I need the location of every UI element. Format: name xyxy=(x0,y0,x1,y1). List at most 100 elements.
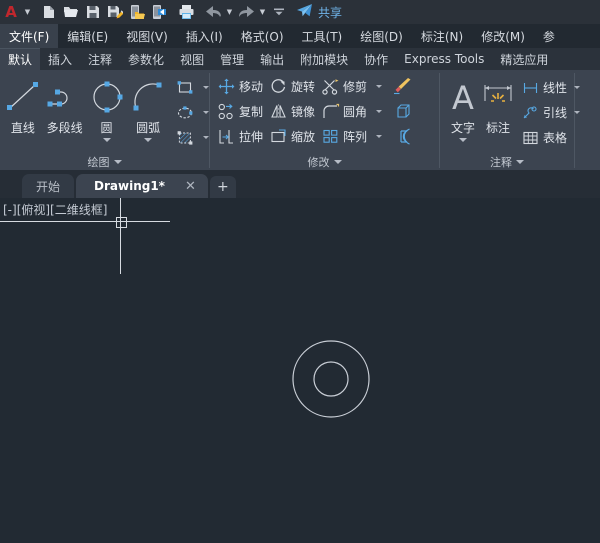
open-file-button[interactable] xyxy=(60,1,82,23)
ribbon-tab-parametric[interactable]: 参数化 xyxy=(120,48,172,70)
draw-circle-button[interactable]: 圆 xyxy=(86,74,128,142)
modify-copy-label: 复制 xyxy=(239,105,264,119)
draw-panel-title[interactable]: 绘图 xyxy=(0,153,209,170)
modify-panel-title[interactable]: 修改 xyxy=(210,153,439,170)
rectangle-tool[interactable] xyxy=(173,75,197,100)
menu-item-edit[interactable]: 编辑(E) xyxy=(58,24,117,48)
draw-polyline-button[interactable]: 多段线 xyxy=(44,74,86,136)
draw-arc-label: 圆弧 xyxy=(136,121,161,135)
modify-array-label: 阵列 xyxy=(343,130,368,144)
draw-panel-expand-arrow[interactable] xyxy=(113,159,122,164)
redo-dropdown-arrow[interactable]: ▼ xyxy=(257,1,268,23)
save-as-button[interactable] xyxy=(104,1,126,23)
draw-circle-label: 圆 xyxy=(100,121,113,135)
menu-item-dimension[interactable]: 标注(N) xyxy=(412,24,472,48)
ribbon-tab-annotate[interactable]: 注释 xyxy=(80,48,120,70)
menu-item-modify[interactable]: 修改(M) xyxy=(472,24,534,48)
annotation-panel-title[interactable]: 注释 xyxy=(440,153,574,170)
rectangle-icon xyxy=(177,80,193,94)
modify-mirror-button[interactable]: 镜像 xyxy=(266,102,318,121)
save-button[interactable] xyxy=(82,1,104,23)
annotation-text-button[interactable]: A 文字 xyxy=(446,74,480,142)
ribbon-tab-insert[interactable]: 插入 xyxy=(40,48,80,70)
annotation-leader-button[interactable]: 引线 xyxy=(518,103,570,122)
annotation-panel-expand-arrow[interactable] xyxy=(516,159,524,164)
arc-icon xyxy=(128,76,168,118)
ribbon-tab-output[interactable]: 输出 xyxy=(252,48,292,70)
menu-item-tools[interactable]: 工具(T) xyxy=(293,24,352,48)
scale-icon xyxy=(269,127,288,146)
redo-button[interactable] xyxy=(235,1,257,23)
save-to-web-button[interactable] xyxy=(148,1,170,23)
table-icon xyxy=(521,128,540,147)
annotation-table-button[interactable]: 表格 xyxy=(518,128,570,147)
annotation-linear-label: 线性 xyxy=(543,81,568,95)
ribbon-tab-express-tools[interactable]: Express Tools xyxy=(396,48,492,70)
hatch-dropdown-arrow[interactable] xyxy=(203,136,210,139)
modify-fillet-button[interactable]: 圆角 xyxy=(318,102,370,121)
modify-move-label: 移动 xyxy=(239,80,264,94)
close-icon[interactable]: ✕ xyxy=(185,180,196,193)
customize-quick-access-button[interactable] xyxy=(268,1,290,23)
new-tab-button[interactable]: + xyxy=(209,176,236,198)
menu-item-draw[interactable]: 绘图(D) xyxy=(351,24,412,48)
ellipse-dropdown-arrow[interactable] xyxy=(203,111,210,114)
ribbon-panel-draw: 直线 多段线 圆 圆弧 绘图 xyxy=(0,70,210,170)
ribbon-tab-home[interactable]: 默认 xyxy=(0,48,41,70)
hatch-tool[interactable] xyxy=(173,125,197,150)
inner-circle[interactable] xyxy=(313,361,349,397)
share-button[interactable]: 共享 xyxy=(296,3,342,21)
modify-scale-button[interactable]: 缩放 xyxy=(266,127,318,146)
menu-item-insert[interactable]: 插入(I) xyxy=(177,24,232,48)
pickbox-cursor xyxy=(116,217,127,228)
quick-access-toolbar: A ▼ ▼ ▼ 共享 xyxy=(0,0,600,25)
draw-arc-button[interactable]: 圆弧 xyxy=(127,74,169,142)
ribbon-tab-addins[interactable]: 附加模块 xyxy=(292,48,356,70)
ribbon-tab-collaborate[interactable]: 协作 xyxy=(356,48,396,70)
ribbon-tab-manage[interactable]: 管理 xyxy=(212,48,252,70)
menu-item-parametric[interactable]: 参 xyxy=(534,24,564,48)
polyline-icon xyxy=(44,76,86,118)
ribbon-tab-view[interactable]: 视图 xyxy=(172,48,212,70)
undo-dropdown-arrow[interactable]: ▼ xyxy=(224,1,235,23)
draw-circle-dropdown-arrow[interactable] xyxy=(102,138,111,142)
modify-rotate-button[interactable]: 旋转 xyxy=(266,77,318,96)
modify-array-button[interactable]: 阵列 xyxy=(318,127,370,146)
draw-line-button[interactable]: 直线 xyxy=(2,74,44,136)
modify-trim-button[interactable]: 修剪 xyxy=(318,77,370,96)
modify-copy-button[interactable]: 复制 xyxy=(214,102,266,121)
file-tab-drawing1[interactable]: Drawing1* ✕ xyxy=(76,174,208,198)
offset-tool[interactable] xyxy=(390,124,414,149)
ribbon-panels: 直线 多段线 圆 圆弧 绘图 移动 旋转 修剪 复制 镜像 圆角 拉伸 缩放 阵… xyxy=(0,70,600,171)
ellipse-tool[interactable] xyxy=(173,100,197,125)
undo-button[interactable] xyxy=(202,1,224,23)
crosshair-vertical xyxy=(120,198,121,274)
application-menu-dropdown-arrow[interactable]: ▼ xyxy=(22,1,33,23)
modify-stretch-button[interactable]: 拉伸 xyxy=(214,127,266,146)
modify-array-dropdown-arrow[interactable] xyxy=(376,135,383,138)
modify-trim-dropdown-arrow[interactable] xyxy=(376,85,383,88)
modify-move-button[interactable]: 移动 xyxy=(214,77,266,96)
annotation-dimension-button[interactable]: 标注 xyxy=(480,74,516,136)
open-from-web-button[interactable] xyxy=(126,1,148,23)
annotation-linear-dropdown-arrow[interactable] xyxy=(574,86,581,89)
erase-tool[interactable] xyxy=(390,74,414,99)
annotation-linear-button[interactable]: 线性 xyxy=(518,78,570,97)
file-tab-start[interactable]: 开始 xyxy=(22,174,75,198)
annotation-text-dropdown-arrow[interactable] xyxy=(459,138,467,142)
modify-panel-expand-arrow[interactable] xyxy=(333,159,342,164)
draw-arc-dropdown-arrow[interactable] xyxy=(144,138,153,142)
menu-item-file[interactable]: 文件(F) xyxy=(0,24,59,48)
ribbon-tab-featured-apps[interactable]: 精选应用 xyxy=(492,48,556,70)
menu-item-view[interactable]: 视图(V) xyxy=(117,24,177,48)
modify-fillet-dropdown-arrow[interactable] xyxy=(376,110,383,113)
outer-circle[interactable] xyxy=(292,340,370,418)
menu-item-format[interactable]: 格式(O) xyxy=(232,24,293,48)
rectangle-dropdown-arrow[interactable] xyxy=(203,86,210,89)
annotation-leader-dropdown-arrow[interactable] xyxy=(574,111,581,114)
plot-button[interactable] xyxy=(175,1,197,23)
drawing-canvas[interactable]: [-][俯视][二维线框] xyxy=(0,198,600,543)
application-menu-button[interactable]: A xyxy=(0,1,22,23)
explode-tool[interactable] xyxy=(390,99,414,124)
new-file-button[interactable] xyxy=(38,1,60,23)
